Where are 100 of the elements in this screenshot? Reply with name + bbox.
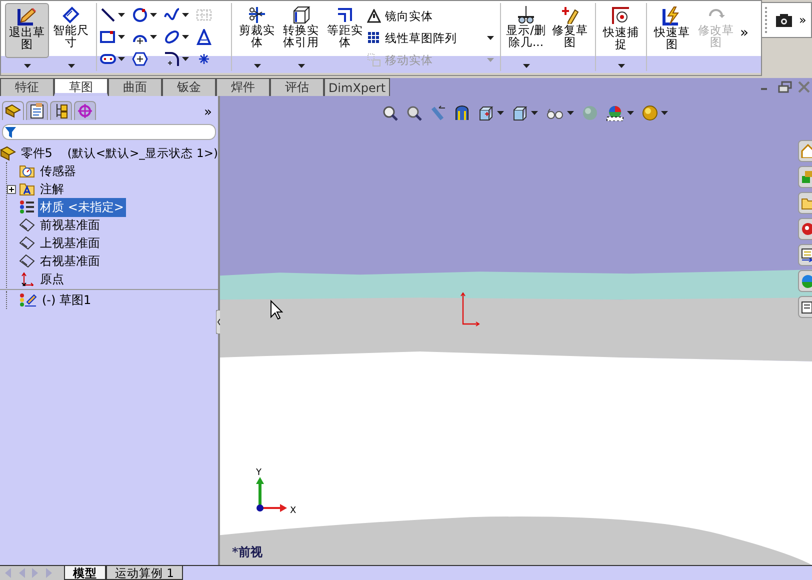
- tree-item[interactable]: 原点: [38, 270, 66, 288]
- tree-item[interactable]: 前视基准面: [38, 216, 102, 234]
- parts-icon: [801, 170, 812, 184]
- axis-label: Y: [256, 468, 262, 478]
- caret-icon[interactable]: [627, 111, 634, 115]
- folder-icon: [801, 196, 812, 210]
- circle-icon[interactable]: [132, 7, 148, 23]
- toolbar-button[interactable]: 显示/删除几...: [504, 3, 548, 58]
- caret-icon[interactable]: [531, 111, 538, 115]
- view-cube-icon[interactable]: [478, 105, 494, 121]
- move-icon: [367, 53, 381, 67]
- caret-icon[interactable]: [497, 111, 504, 115]
- mouse-pointer-icon: [270, 300, 283, 320]
- tab[interactable]: 模型: [64, 566, 106, 580]
- rectangle-icon[interactable]: [100, 29, 116, 45]
- caret-icon[interactable]: [150, 35, 157, 39]
- tree-item[interactable]: 注解: [38, 180, 66, 198]
- tree-item[interactable]: 右视基准面: [38, 252, 102, 270]
- toolbar-button[interactable]: 快速捕捉: [599, 3, 643, 58]
- zoom-fit-icon[interactable]: [382, 105, 398, 121]
- toolbar-button[interactable]: 退出草图: [5, 3, 49, 58]
- tree-item[interactable]: 上视基准面: [38, 234, 102, 252]
- caret-icon[interactable]: [254, 64, 260, 68]
- material-icon: [19, 200, 35, 214]
- tree-item[interactable]: (-) 草图1: [40, 290, 94, 310]
- caret-icon[interactable]: [182, 57, 189, 61]
- globe-icon: [801, 274, 812, 288]
- more-button[interactable]: »: [204, 105, 212, 120]
- caret-icon[interactable]: [522, 64, 530, 68]
- zoom-area-icon[interactable]: [406, 105, 422, 121]
- expand-icon[interactable]: [7, 184, 16, 194]
- tab[interactable]: 钣金: [162, 78, 216, 96]
- task-pane-tab[interactable]: [798, 296, 812, 318]
- toolbar-button[interactable]: 等距实体: [323, 3, 367, 58]
- caret-icon[interactable]: [298, 64, 304, 68]
- ellipse-icon[interactable]: [164, 29, 180, 45]
- fillet-icon[interactable]: [164, 51, 180, 67]
- camera-icon[interactable]: [775, 12, 793, 28]
- cube-icon: [292, 6, 310, 24]
- scene-icon[interactable]: [606, 105, 624, 121]
- filter-icon: [5, 126, 16, 138]
- tab[interactable]: 特征: [0, 78, 54, 96]
- tab[interactable]: 评估: [270, 78, 324, 96]
- caret-icon[interactable]: [618, 64, 624, 68]
- tree-item[interactable]: 零件5: [18, 144, 54, 162]
- annotation-folder-icon: [19, 182, 35, 196]
- caret-icon[interactable]: [118, 13, 125, 17]
- toolbar-button[interactable]: 线性草图阵列: [367, 30, 487, 46]
- toolbar-button[interactable]: 智能尺寸: [49, 3, 93, 58]
- point-icon[interactable]: [196, 51, 212, 67]
- caret-icon[interactable]: [182, 35, 189, 39]
- clipboard-icon: [30, 103, 44, 119]
- caret-icon[interactable]: [487, 36, 494, 40]
- cube-icon[interactable]: [512, 105, 528, 121]
- dimension-icon: [61, 6, 81, 24]
- toolbar-button[interactable]: 镜向实体: [367, 8, 487, 24]
- tab[interactable]: 焊件: [216, 78, 270, 96]
- blocks-icon: [5, 104, 21, 118]
- scissors-icon: [247, 6, 267, 24]
- toolbar-button[interactable]: 修复草图: [548, 3, 592, 58]
- warning-triangle-icon: [367, 9, 381, 23]
- polygon-icon[interactable]: [132, 51, 148, 67]
- toolbar-button[interactable]: 转换实体引用: [279, 3, 323, 58]
- spline-icon[interactable]: [164, 7, 180, 23]
- appearance-sphere-icon[interactable]: [642, 105, 658, 121]
- toolbar-button[interactable]: 快速草图: [650, 3, 694, 58]
- caret-icon[interactable]: [150, 13, 157, 17]
- line-icon[interactable]: [100, 7, 116, 23]
- caret-icon[interactable]: [567, 111, 574, 115]
- caret-icon[interactable]: [68, 64, 74, 68]
- slot-icon[interactable]: [100, 51, 116, 67]
- properties-icon: [801, 248, 812, 262]
- properties-tab[interactable]: [26, 101, 48, 120]
- origin-icon: [19, 272, 35, 286]
- sketch-pencil-icon: [16, 6, 38, 26]
- caret-icon[interactable]: [118, 57, 125, 61]
- filter-field[interactable]: [2, 124, 216, 140]
- tab[interactable]: DimXpert: [324, 78, 390, 96]
- caret-icon[interactable]: [24, 64, 30, 68]
- tab[interactable]: 运动算例 1: [106, 566, 183, 580]
- restore-icon[interactable]: [778, 81, 792, 93]
- task-pane-tab[interactable]: [798, 244, 812, 266]
- task-pane-tab[interactable]: [798, 218, 812, 240]
- caret-icon[interactable]: [118, 35, 125, 39]
- tab[interactable]: 草图: [54, 78, 108, 96]
- tree-tab[interactable]: [2, 101, 24, 120]
- toolbar-button[interactable]: 剪裁实体: [235, 3, 279, 58]
- offset-icon: [335, 6, 355, 24]
- section-view-icon[interactable]: [454, 105, 470, 121]
- previous-view-icon[interactable]: [430, 105, 446, 121]
- more-button[interactable]: »: [740, 25, 749, 41]
- more-button[interactable]: »: [799, 13, 806, 27]
- configuration-tab[interactable]: [50, 101, 72, 120]
- tab[interactable]: 曲面: [108, 78, 162, 96]
- tree-item[interactable]: 传感器: [38, 162, 78, 180]
- view-name: *前视: [232, 544, 262, 561]
- caret-icon[interactable]: [182, 13, 189, 17]
- outline-triangle-icon[interactable]: [196, 29, 212, 45]
- caret-icon[interactable]: [661, 111, 668, 115]
- tree-item[interactable]: 材质 <未指定>: [38, 198, 126, 216]
